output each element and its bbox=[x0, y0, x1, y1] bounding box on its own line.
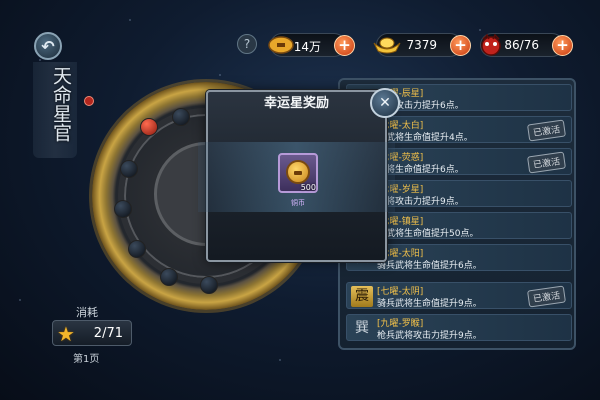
gold-ingot-icon bbox=[371, 29, 403, 61]
wheel-slot-orb[interactable] bbox=[140, 118, 158, 136]
red-gem-icon bbox=[84, 96, 94, 106]
activated-badge: 已激活 bbox=[526, 151, 567, 174]
add-gold-button[interactable]: + bbox=[450, 35, 471, 56]
trigram-icon: 震 bbox=[351, 286, 373, 307]
wheel-slot-orb[interactable] bbox=[128, 240, 146, 258]
energy-value: 86/76 bbox=[504, 38, 539, 52]
wheel-slot-orb[interactable] bbox=[120, 160, 138, 178]
list-item-desc: 骑兵武将生命值提升9点。 bbox=[377, 299, 482, 309]
reward-item-name: 铜币 bbox=[291, 199, 305, 207]
trigram-icon: 巽 bbox=[355, 320, 369, 336]
energy-resource: 86/76 + bbox=[480, 33, 573, 57]
list-item-desc: 体武将生命值提升50点。 bbox=[377, 229, 479, 239]
list-item[interactable]: 震 [七曜-太阴] 骑兵武将生命值提升9点。 已激活 bbox=[346, 282, 572, 309]
gold-resource: 7379 + bbox=[373, 33, 471, 57]
question-icon: ? bbox=[243, 37, 251, 51]
help-button[interactable]: ? bbox=[237, 34, 257, 54]
gold-value: 7379 bbox=[406, 38, 437, 52]
list-item[interactable]: 巽 [九曜-罗睺] 枪兵武将攻击力提升9点。 bbox=[346, 314, 572, 341]
copper-resource: 14万 + bbox=[268, 33, 355, 57]
wheel-slot-orb[interactable] bbox=[160, 268, 178, 286]
add-energy-button[interactable]: + bbox=[552, 35, 573, 56]
activated-badge: 已激活 bbox=[526, 119, 567, 142]
energy-icon bbox=[475, 29, 507, 61]
reward-quantity: 500 bbox=[300, 183, 316, 192]
copper-coin-icon bbox=[286, 160, 310, 184]
wheel-slot-orb[interactable] bbox=[114, 200, 132, 218]
wheel-slot-orb[interactable] bbox=[172, 108, 190, 126]
add-copper-button[interactable]: + bbox=[334, 35, 355, 56]
list-item-desc: 枪兵武将攻击力提升9点。 bbox=[377, 331, 482, 341]
page-number: 第1页 bbox=[73, 354, 100, 365]
copper-coin-icon bbox=[265, 29, 297, 61]
wheel-slot-orb[interactable] bbox=[200, 276, 218, 294]
close-button[interactable]: ✕ bbox=[370, 88, 400, 118]
consume-value: 2/71 bbox=[93, 326, 123, 341]
copper-value: 14万 bbox=[293, 40, 321, 54]
star-icon: ★ bbox=[57, 322, 75, 346]
modal-title: 幸运星奖励 bbox=[263, 96, 329, 111]
list-item-desc: 骑兵武将生命值提升6点。 bbox=[377, 261, 482, 271]
close-icon: ✕ bbox=[379, 95, 391, 111]
consume-label: 消耗 bbox=[76, 306, 98, 319]
back-arrow-icon: ↶ bbox=[41, 36, 55, 56]
page-title: 天命星官 bbox=[50, 66, 72, 142]
back-button[interactable]: ↶ bbox=[34, 32, 62, 60]
activated-badge: 已激活 bbox=[526, 285, 567, 308]
consume-box: ★ 2/71 bbox=[52, 320, 132, 346]
